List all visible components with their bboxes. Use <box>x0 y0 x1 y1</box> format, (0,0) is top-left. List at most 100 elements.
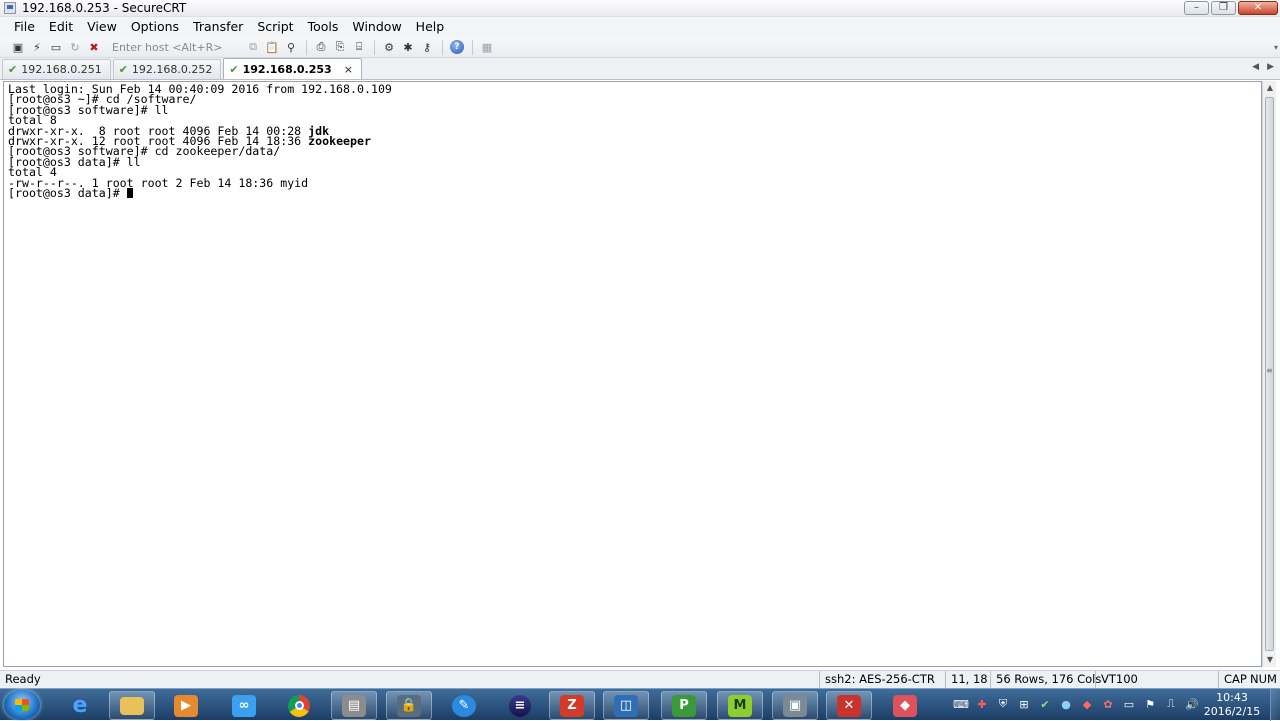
network-icon[interactable]: ⎍ <box>1163 696 1179 712</box>
taskbar-mindmanager-app[interactable]: M <box>717 691 763 720</box>
copy-icon[interactable]: ⧉ <box>244 39 262 56</box>
status-encryption: ssh2: AES-256-CTR <box>819 671 935 688</box>
status-cursor-position: 11, 18 <box>945 671 988 688</box>
tab-label: 192.168.0.252 <box>131 63 213 76</box>
print-selection-icon[interactable]: ⎘ <box>331 39 349 56</box>
taskbar-chrome[interactable] <box>276 691 322 720</box>
maximize-button[interactable]: ❐ <box>1211 1 1236 15</box>
quick-connect-icon[interactable]: ⚡ <box>28 39 46 56</box>
terminal-manager-icon: ▤ <box>342 694 366 717</box>
paste-icon[interactable]: 📋 <box>263 39 281 56</box>
session-options-icon[interactable]: ⚙ <box>380 39 398 56</box>
minimize-button[interactable]: – <box>1184 1 1209 15</box>
securecrt-app-icon[interactable] <box>4 2 16 14</box>
taskbar-xmind-app[interactable]: ✕ <box>826 691 872 720</box>
connected-check-icon: ✔ <box>118 63 128 76</box>
status-ready: Ready <box>5 672 41 686</box>
title-bar: 192.168.0.253 - SecureCRT – ❐ ✕ <box>0 0 1280 17</box>
menu-script[interactable]: Script <box>250 17 300 37</box>
scroll-up-icon[interactable]: ▲ <box>1263 81 1277 95</box>
display-icon[interactable]: ▭ <box>1121 696 1137 712</box>
menu-help[interactable]: Help <box>409 17 452 37</box>
keyboard-icon[interactable]: ⌨ <box>953 696 969 712</box>
tab-label: 192.168.0.251 <box>21 63 102 76</box>
taskbar-virtualbox[interactable]: ◫ <box>603 691 649 720</box>
menu-file[interactable]: File <box>7 17 42 37</box>
cloud-drive-icon: ∞ <box>232 694 256 717</box>
menu-transfer[interactable]: Transfer <box>186 17 250 37</box>
connected-check-icon: ✔ <box>8 63 18 76</box>
taskbar-clock[interactable]: 10:43 2016/2/15 <box>1196 691 1268 719</box>
pen-icon: ✎ <box>452 694 476 717</box>
menu-edit[interactable]: Edit <box>42 17 80 37</box>
taskbar-media-player[interactable]: ▶ <box>163 691 209 720</box>
terminal-view[interactable]: Last login: Sun Feb 14 00:40:09 2016 fro… <box>3 81 1262 667</box>
mindmap-icon: M <box>728 694 752 717</box>
project-icon: P <box>672 694 696 717</box>
eclipse-icon: ≡ <box>509 694 531 717</box>
filezilla-icon: Z <box>560 694 584 717</box>
taskbar-note-app[interactable]: ✎ <box>441 691 487 720</box>
network-shield-icon[interactable]: ⛨ <box>995 696 1011 712</box>
toolbar-separator <box>472 39 473 55</box>
taskbar-eraser-app[interactable]: ◆ <box>882 691 928 720</box>
sftp-icon[interactable]: ▦ <box>478 39 496 56</box>
tab-session-252[interactable]: ✔ 192.168.0.252 <box>112 59 222 79</box>
virus-scan-icon[interactable]: ✿ <box>1100 696 1116 712</box>
sogou-icon[interactable]: ◆ <box>1079 696 1095 712</box>
window-title: 192.168.0.253 - SecureCRT <box>22 1 187 15</box>
antivirus-icon[interactable]: ✚ <box>974 696 990 712</box>
close-button[interactable]: ✕ <box>1238 1 1278 15</box>
reconnect-icon[interactable]: ↻ <box>66 39 84 56</box>
system-tray: ⌨ ✚ ⛨ ⊞ ✔ ● ◆ ✿ ▭ ⚑ ⎍ 🔊 <box>953 696 1200 712</box>
tab-close-icon[interactable]: × <box>344 63 353 76</box>
status-terminal-size: 56 Rows, 176 Cols <box>990 671 1101 688</box>
menu-options[interactable]: Options <box>124 17 186 37</box>
connect-tab-icon[interactable]: ▭ <box>47 39 65 56</box>
taskbar-internet-explorer[interactable]: e <box>57 691 103 720</box>
status-bar: Ready ssh2: AES-256-CTR 11, 18 56 Rows, … <box>0 670 1280 688</box>
connect-icon[interactable]: ▣ <box>9 39 27 56</box>
help-button[interactable]: ? <box>448 39 466 56</box>
enter-host-input[interactable] <box>108 39 238 55</box>
menu-bar: File Edit View Options Transfer Script T… <box>0 17 1280 37</box>
taskbar-securecrt[interactable]: ▣ <box>772 691 818 720</box>
help-icon: ? <box>450 40 464 54</box>
windows-grid-icon[interactable]: ⊞ <box>1016 696 1032 712</box>
eraser-icon: ◆ <box>893 694 917 717</box>
menu-view[interactable]: View <box>80 17 124 37</box>
menu-tools[interactable]: Tools <box>301 17 346 37</box>
flag-icon[interactable]: ⚑ <box>1142 696 1158 712</box>
status-emulation: VT100 <box>1095 671 1138 688</box>
scroll-down-icon[interactable]: ▼ <box>1263 653 1277 667</box>
taskbar-securecrt-manager[interactable]: ▤ <box>331 691 377 720</box>
global-options-icon[interactable]: ✱ <box>399 39 417 56</box>
taskbar-project-app[interactable]: P <box>661 691 707 720</box>
terminal-line: [root@os3 software]# cd zookeeper/data/ <box>8 144 281 159</box>
find-icon[interactable]: ⚲ <box>282 39 300 56</box>
taskbar-eclipse[interactable]: ≡ <box>497 691 543 720</box>
taskbar-security-tool[interactable]: 🔒 <box>386 691 432 720</box>
keymap-icon[interactable]: ⚷ <box>418 39 436 56</box>
taskbar-baidu-netdisk[interactable]: ∞ <box>221 691 267 720</box>
tab-session-251[interactable]: ✔ 192.168.0.251 <box>2 59 111 79</box>
menu-window[interactable]: Window <box>345 17 408 37</box>
taskbar-filezilla[interactable]: Z <box>549 691 595 720</box>
taskbar-file-explorer[interactable] <box>109 691 155 720</box>
show-desktop-button[interactable] <box>1270 689 1280 721</box>
toolbar: ▣ ⚡ ▭ ↻ ✖ ⧉ 📋 ⚲ ⎙ ⎘ ⌸ ⚙ ✱ ⚷ ? ▦ ▾ <box>0 37 1280 58</box>
security-center-icon[interactable]: ✔ <box>1037 696 1053 712</box>
clock-time: 10:43 <box>1216 691 1248 704</box>
start-button[interactable] <box>4 690 40 720</box>
qq-icon[interactable]: ● <box>1058 696 1074 712</box>
disconnect-icon[interactable]: ✖ <box>85 39 103 56</box>
print-icon[interactable]: ⎙ <box>312 39 330 56</box>
print-setup-icon[interactable]: ⌸ <box>350 39 368 56</box>
terminal-scrollbar[interactable]: ▲ ≡ ▼ <box>1262 81 1276 667</box>
scrollbar-grip-icon: ≡ <box>1266 366 1273 375</box>
toolbar-overflow-icon[interactable]: ▾ <box>1274 43 1278 52</box>
tab-session-253[interactable]: ✔ 192.168.0.253 × <box>223 58 362 79</box>
tab-scroll-right-icon[interactable]: ▶ <box>1267 62 1274 72</box>
status-caps-lock: CAP <box>1218 671 1247 688</box>
tab-scroll-left-icon[interactable]: ◀ <box>1252 62 1259 72</box>
